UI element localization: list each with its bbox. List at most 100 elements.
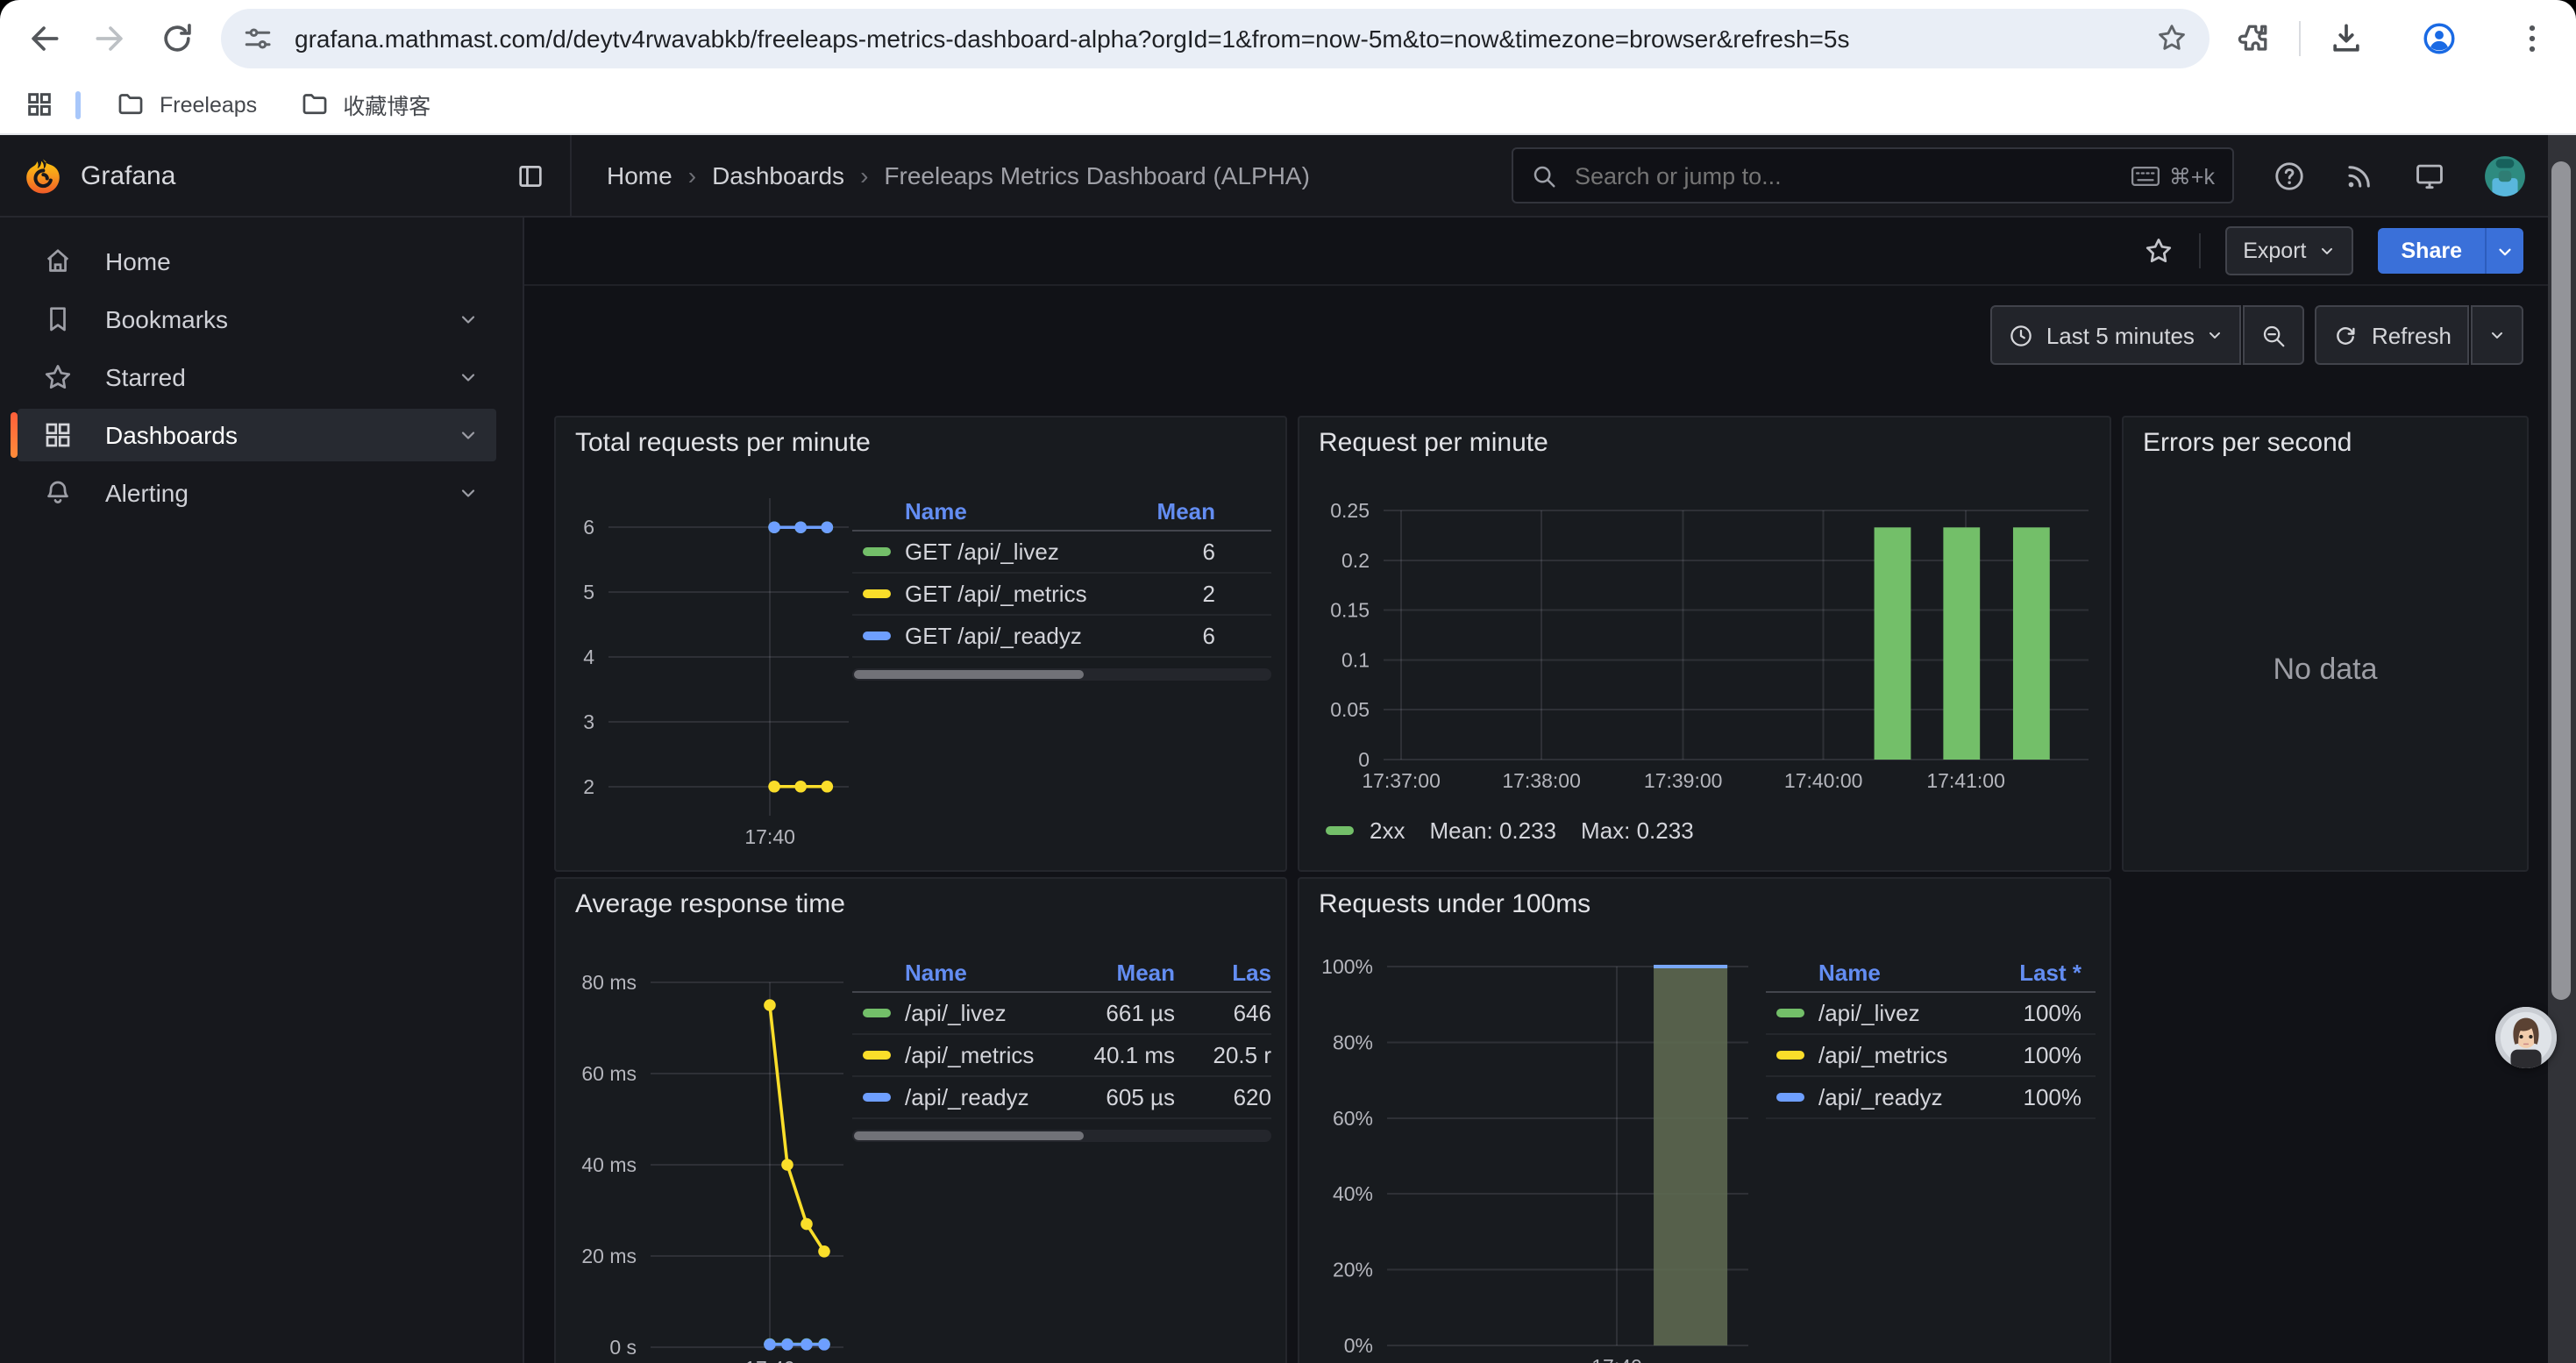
legend-col-name[interactable]: Name xyxy=(852,497,1092,524)
sidebar-item-dashboards[interactable]: Dashboards xyxy=(18,409,496,461)
bookmark-folder-blogs[interactable]: 收藏博客 xyxy=(285,81,445,128)
legend-row[interactable]: /api/_livez 100% xyxy=(1766,993,2096,1035)
panel-errors-per-second: Errors per second No data xyxy=(2122,416,2529,872)
sidebar-item-label: Starred xyxy=(105,363,426,391)
under-100ms-chart[interactable]: 100%80%60%40%20%0%17:40 xyxy=(1299,879,2110,1363)
chevron-down-icon[interactable] xyxy=(458,425,479,446)
breadcrumb-dashboards[interactable]: Dashboards xyxy=(712,161,844,189)
series-color-pill xyxy=(863,632,891,640)
folder-icon xyxy=(299,89,329,119)
apps-grid-icon[interactable] xyxy=(25,89,54,119)
chevron-down-icon[interactable] xyxy=(458,482,479,503)
svg-text:17:39:00: 17:39:00 xyxy=(1644,769,1723,792)
header-icons xyxy=(2273,153,2527,197)
panel-average-response-time: Average response time 80 ms60 ms40 ms20 … xyxy=(554,877,1287,1363)
svg-text:17:40: 17:40 xyxy=(744,1357,795,1363)
legend-col-name[interactable]: Name xyxy=(1766,959,1973,985)
favorite-star-icon[interactable] xyxy=(2143,235,2174,267)
help-icon[interactable] xyxy=(2273,159,2306,192)
breadcrumb-separator: › xyxy=(860,161,868,189)
grafana-logo-icon[interactable] xyxy=(23,155,63,196)
legend-2xx[interactable]: 2xx Mean: 0.233 Max: 0.233 xyxy=(1326,817,1719,844)
page-scrollbar-thumb[interactable] xyxy=(2551,161,2571,1000)
legend-col-name[interactable]: Name xyxy=(852,959,1070,985)
reload-icon[interactable] xyxy=(158,18,196,57)
forward-icon[interactable] xyxy=(91,18,130,57)
sidebar-item-starred[interactable]: Starred xyxy=(18,351,496,403)
legend-row[interactable]: GET /api/_livez 6 xyxy=(852,532,1271,574)
panel-title[interactable]: Errors per second xyxy=(2143,428,2352,458)
legend-row[interactable]: /api/_readyz 605 µs 620 xyxy=(852,1077,1271,1119)
legend-scrollbar-thumb[interactable] xyxy=(854,1131,1085,1140)
bookmark-folder-freeleaps[interactable]: Freeleaps xyxy=(102,82,271,126)
back-icon[interactable] xyxy=(25,18,63,57)
sidebar-item-bookmarks[interactable]: Bookmarks xyxy=(18,293,496,346)
bookmark-folder-label: 收藏博客 xyxy=(343,88,431,121)
sidebar: Home Bookmarks Starred Dashboards xyxy=(0,218,524,1363)
site-settings-icon[interactable] xyxy=(242,22,274,54)
sidebar-item-home[interactable]: Home xyxy=(18,235,496,288)
browser-toolbar xyxy=(0,0,2576,75)
legend-col-last[interactable]: Last * xyxy=(1973,959,2081,985)
svg-text:60%: 60% xyxy=(1333,1107,1373,1130)
chevron-down-icon xyxy=(2207,326,2224,344)
dashboard-canvas: Total requests per minute 6543217:40 Nam… xyxy=(524,403,2576,1363)
sidebar-item-alerting[interactable]: Alerting xyxy=(18,467,496,519)
search-icon xyxy=(1531,162,1557,189)
url-bar[interactable] xyxy=(221,8,2210,68)
brand-zone: Grafana xyxy=(0,135,572,216)
legend-scrollbar[interactable] xyxy=(852,668,1271,681)
zoom-out-button[interactable] xyxy=(2244,305,2305,365)
bookmark-page-star-icon[interactable] xyxy=(2155,21,2188,54)
dock-sidebar-icon[interactable] xyxy=(516,161,545,190)
legend-scrollbar[interactable] xyxy=(852,1130,1271,1142)
time-controls-bar: Last 5 minutes Refresh xyxy=(524,286,2576,403)
legend-row[interactable]: GET /api/_readyz 6 xyxy=(852,616,1271,658)
news-rss-icon[interactable] xyxy=(2343,159,2376,192)
grafana-app: Grafana Home › Dashboards › Freeleaps Me… xyxy=(0,135,2576,1363)
legend-row[interactable]: /api/_livez 661 µs 646 xyxy=(852,993,1271,1035)
svg-text:40 ms: 40 ms xyxy=(581,1153,637,1176)
svg-text:0.15: 0.15 xyxy=(1330,599,1370,622)
legend-col-mean[interactable]: Mean xyxy=(1092,497,1215,524)
brand-name: Grafana xyxy=(81,161,516,190)
svg-text:17:40: 17:40 xyxy=(1591,1355,1642,1363)
refresh-interval-button[interactable] xyxy=(2471,305,2523,365)
svg-text:17:40: 17:40 xyxy=(744,825,795,848)
legend-row[interactable]: /api/_metrics 40.1 ms 20.5 r xyxy=(852,1035,1271,1077)
legend-row[interactable]: /api/_readyz 100% xyxy=(1766,1077,2096,1119)
time-range-picker[interactable]: Last 5 minutes xyxy=(1990,305,2242,365)
display-mode-icon[interactable] xyxy=(2413,159,2446,192)
page-scrollbar[interactable] xyxy=(2548,135,2576,1363)
downloads-icon[interactable] xyxy=(2327,18,2366,57)
chevron-down-icon[interactable] xyxy=(458,367,479,388)
refresh-button[interactable]: Refresh xyxy=(2316,305,2469,365)
floating-assistant-avatar[interactable] xyxy=(2495,1007,2557,1068)
search-input[interactable] xyxy=(1571,161,2131,190)
legend-row[interactable]: GET /api/_metrics 2 xyxy=(852,574,1271,616)
bookmark-icon xyxy=(42,303,74,335)
panel-request-per-minute: Request per minute 0.250.20.150.10.05017… xyxy=(1298,416,2111,872)
share-button[interactable]: Share xyxy=(2379,228,2486,274)
legend-table: Name Mean GET /api/_livez 6 GET /api/_me… xyxy=(852,491,1271,681)
browser-menu-icon[interactable] xyxy=(2513,18,2551,57)
bookmarks-bar: Freeleaps 收藏博客 xyxy=(0,75,2576,135)
share-menu-button[interactable] xyxy=(2485,228,2523,274)
legend-row[interactable]: /api/_metrics 100% xyxy=(1766,1035,2096,1077)
user-avatar[interactable] xyxy=(2483,153,2527,197)
url-text[interactable] xyxy=(291,22,2138,54)
legend-scrollbar-thumb[interactable] xyxy=(854,670,1085,679)
profile-icon[interactable] xyxy=(2420,18,2459,57)
legend-col-last[interactable]: Las xyxy=(1175,959,1271,985)
legend-col-mean[interactable]: Mean xyxy=(1070,959,1175,985)
chevron-down-icon xyxy=(2319,242,2337,260)
breadcrumb-home[interactable]: Home xyxy=(607,161,672,189)
svg-text:0%: 0% xyxy=(1344,1334,1373,1357)
chevron-down-icon[interactable] xyxy=(458,309,479,330)
time-picker-group: Last 5 minutes xyxy=(1990,305,2305,365)
request-per-minute-chart[interactable]: 0.250.20.150.10.05017:37:0017:38:0017:39… xyxy=(1299,417,2110,870)
export-button[interactable]: Export xyxy=(2225,226,2353,275)
search-box[interactable]: ⌘+k xyxy=(1512,147,2234,203)
extensions-icon[interactable] xyxy=(2234,18,2273,57)
series-color-pill xyxy=(863,547,891,556)
